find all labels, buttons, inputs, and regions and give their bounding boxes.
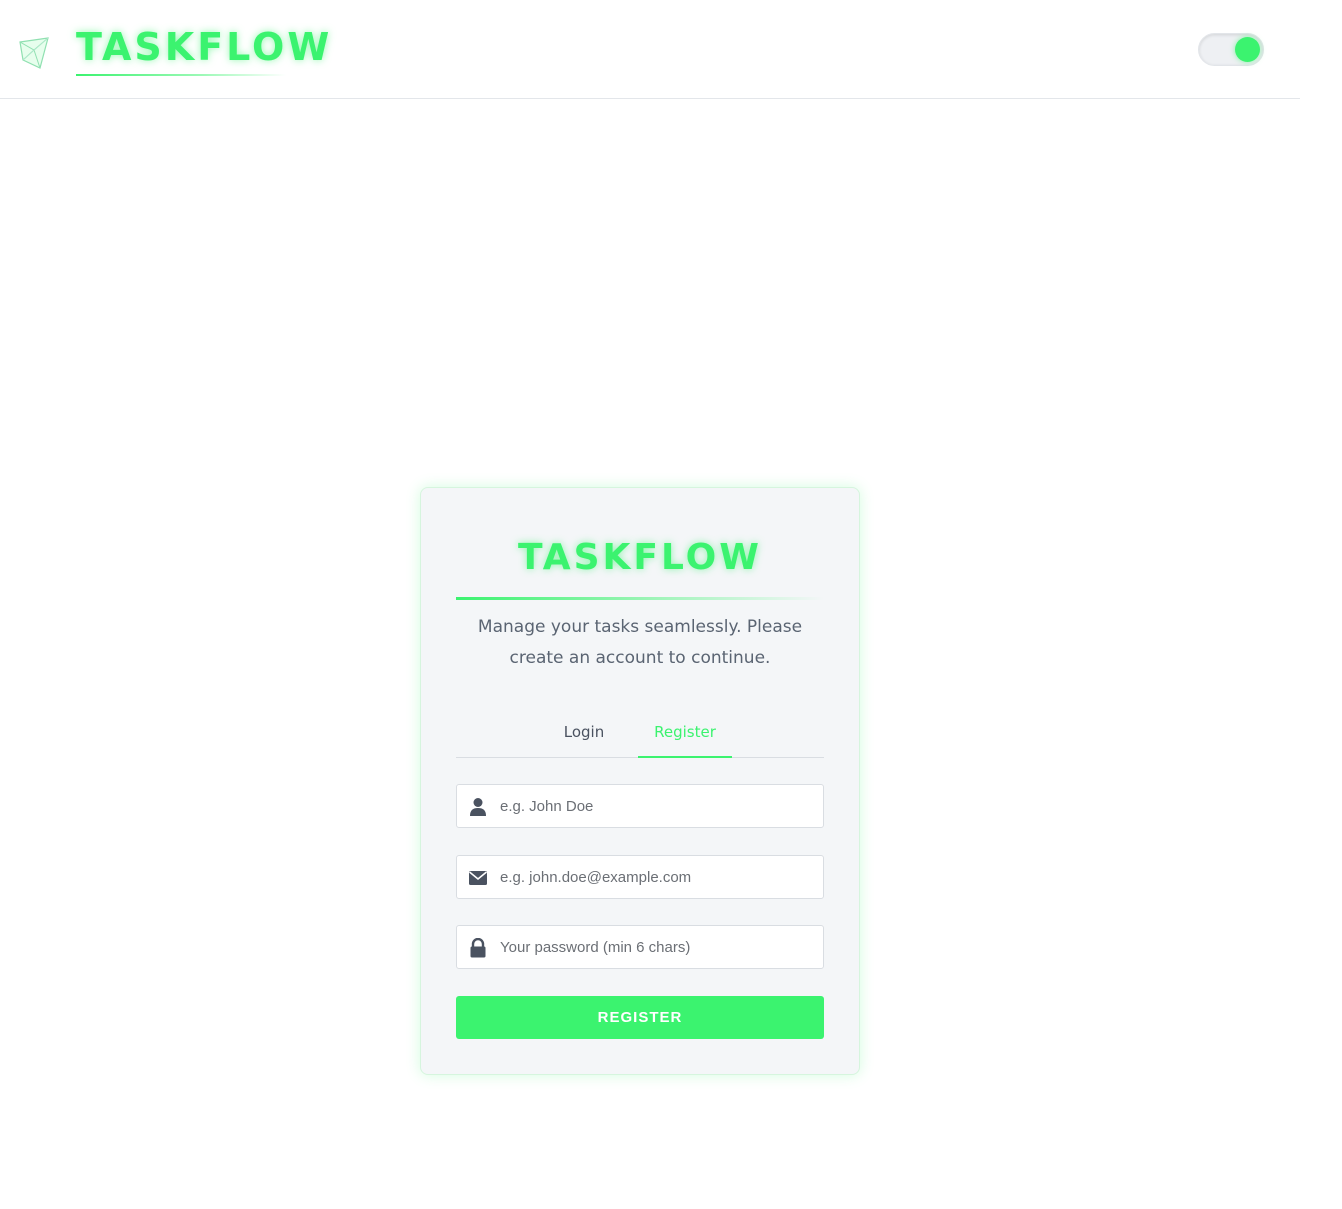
theme-toggle[interactable]: [1198, 33, 1264, 66]
lock-icon: [468, 937, 488, 958]
register-button[interactable]: REGISTER: [456, 996, 824, 1039]
email-field[interactable]: [456, 855, 824, 899]
name-input[interactable]: [500, 785, 818, 827]
card-title: TASKFLOW: [517, 537, 762, 578]
name-field[interactable]: [456, 784, 824, 828]
card-subtitle: Manage your tasks seamlessly. Please cre…: [477, 617, 803, 668]
tab-register[interactable]: Register: [638, 714, 732, 758]
password-field[interactable]: [456, 925, 824, 969]
tab-login[interactable]: Login: [546, 714, 622, 758]
email-input[interactable]: [500, 856, 818, 898]
envelope-icon: [468, 868, 488, 888]
toggle-knob: [1235, 37, 1260, 62]
crystal-logo-icon[interactable]: [18, 34, 54, 70]
auth-tabs: Login Register: [456, 714, 824, 758]
title-divider: [456, 597, 824, 600]
brand-underline: [76, 74, 286, 76]
user-icon: [468, 797, 488, 817]
password-input[interactable]: [500, 926, 818, 968]
top-header: TASKFLOW: [0, 0, 1300, 99]
brand-title[interactable]: TASKFLOW: [76, 24, 332, 70]
auth-card: TASKFLOW Manage your tasks seamlessly. P…: [420, 487, 860, 1075]
